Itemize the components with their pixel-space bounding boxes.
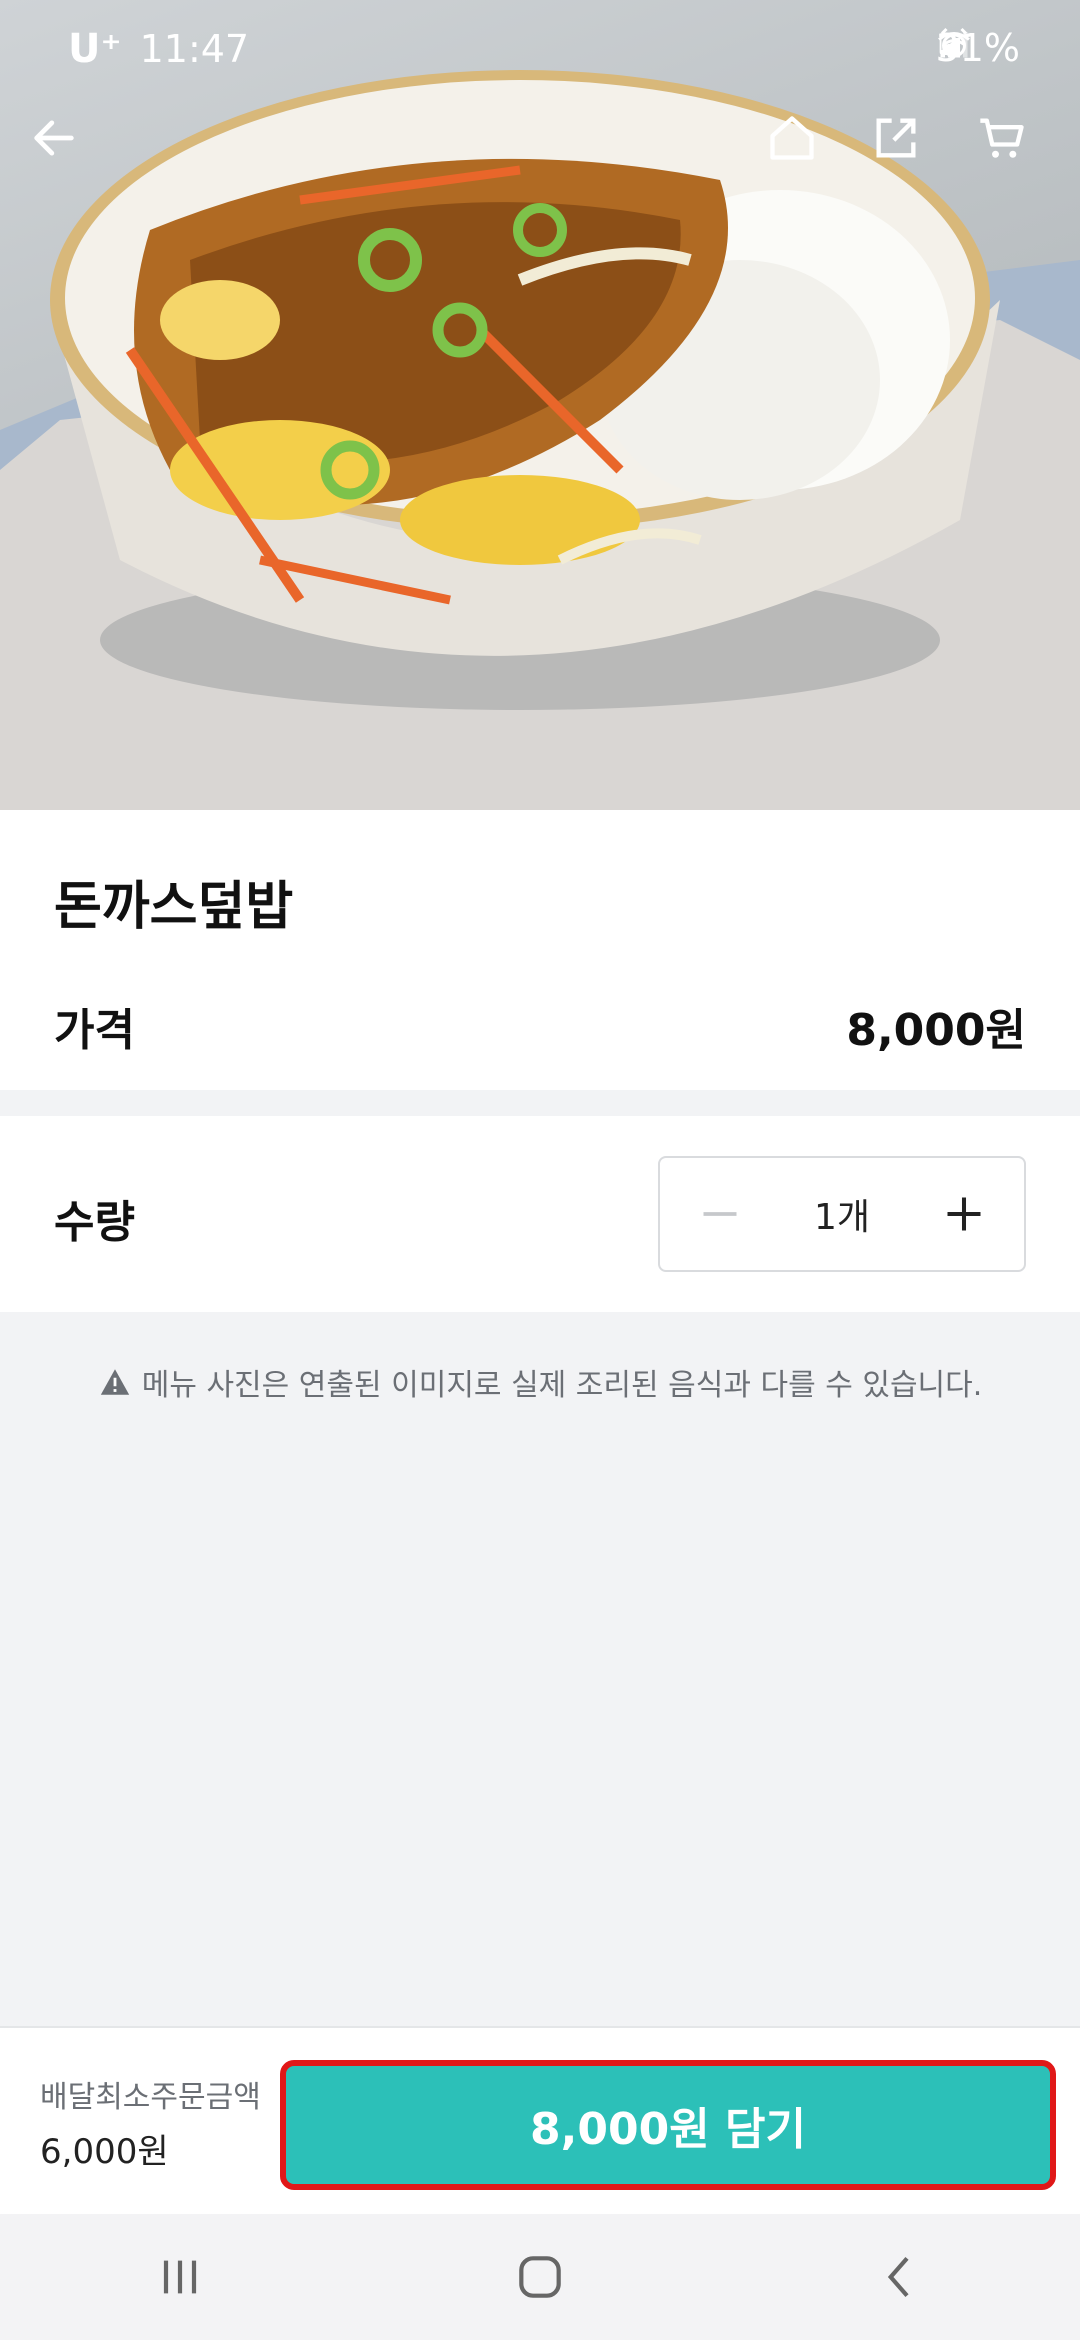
- back-arrow-icon: [34, 120, 74, 156]
- quantity-label: 수량: [54, 1197, 135, 1248]
- decrease-button[interactable]: [696, 1190, 744, 1238]
- quantity-stepper: 1개: [658, 1156, 1026, 1272]
- cart-button[interactable]: [976, 112, 1052, 188]
- cart-icon: [980, 118, 1024, 158]
- back-nav-icon: [887, 2256, 909, 2298]
- recent-apps-button[interactable]: [130, 2237, 230, 2317]
- carrier-label: U⁺: [68, 26, 122, 72]
- quantity-value: 1개: [813, 1197, 871, 1238]
- notice-text: 메뉴 사진은 연출된 이미지로 실제 조리된 음식과 다를 수 있습니다.: [141, 1368, 983, 1403]
- min-order-info: 배달최소주문금액 6,000원: [40, 2072, 261, 2173]
- share-icon: [876, 118, 916, 158]
- home-icon: [770, 116, 814, 160]
- recent-apps-icon: [163, 2260, 197, 2294]
- menu-photo: U⁺ 11:47 31%: [0, 0, 1080, 810]
- price-label: 가격: [54, 1005, 135, 1056]
- increase-button[interactable]: [940, 1190, 988, 1238]
- back-button[interactable]: [28, 112, 104, 188]
- system-nav-bar: [0, 2214, 1080, 2340]
- photo-notice: 메뉴 사진은 연출된 이미지로 실제 조리된 음식과 다를 수 있습니다.: [0, 1360, 1080, 1404]
- plus-icon: [947, 1197, 981, 1231]
- quantity-section: 수량 1개: [0, 1116, 1080, 1312]
- home-nav-icon: [519, 2256, 561, 2298]
- add-to-cart-button[interactable]: 8,000원 담기: [280, 2060, 1056, 2190]
- warning-icon: [100, 1369, 129, 1395]
- menu-title: 돈까스덮밥: [54, 877, 294, 937]
- home-nav-button[interactable]: [490, 2237, 590, 2317]
- status-bar: U⁺ 11:47 31%: [0, 0, 1080, 96]
- min-order-label: 배달최소주문금액: [40, 2080, 261, 2115]
- price-value: 8,000원: [846, 1005, 1026, 1056]
- back-nav-button[interactable]: [850, 2237, 950, 2317]
- menu-detail-screen: U⁺ 11:47 31% 돈까스덮밥 가격 8,000원 수량 1개 메뉴 사진…: [0, 0, 1080, 2340]
- cart-bar: 배달최소주문금액 6,000원 8,000원 담기: [0, 2026, 1080, 2214]
- home-button[interactable]: [766, 112, 842, 188]
- minus-icon: [703, 1212, 737, 1216]
- battery-icon: [939, 34, 954, 55]
- menu-info-section: 돈까스덮밥 가격 8,000원: [0, 810, 1080, 1090]
- min-order-value: 6,000원: [40, 2132, 169, 2172]
- share-button[interactable]: [870, 112, 946, 188]
- clock: 11:47: [139, 27, 250, 71]
- price-row: 가격 8,000원: [54, 996, 1026, 1056]
